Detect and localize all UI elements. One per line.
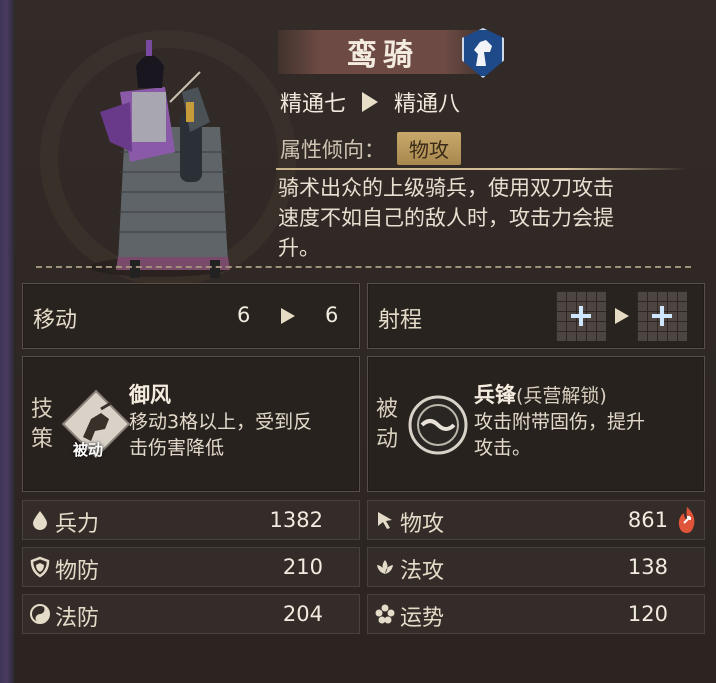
description-line: 骑术出众的上级骑兵，使用双刀攻击 (278, 176, 614, 200)
passive-unlock-note: (兵营解锁) (516, 385, 607, 407)
stat-mag-def: 法防 204 (22, 594, 360, 634)
range-grid-icon (556, 291, 606, 341)
passive-title: 兵锋(兵营解锁) (474, 379, 607, 409)
range-box: 射程 (367, 283, 705, 349)
passive-name: 兵锋 (474, 383, 516, 407)
mastery-progression: 精通七 精通八 (280, 86, 460, 118)
stat-label: 法防 (55, 606, 100, 631)
stat-value: 861 (627, 508, 668, 532)
movement-box: 移动 6 6 (22, 283, 360, 349)
range-grid-icon (637, 291, 687, 341)
description-line: 速度不如自己的敌人时，攻击力会提 (278, 206, 614, 230)
lotus-icon (377, 560, 393, 574)
left-edge-strip (0, 0, 14, 683)
arrow-right-icon (362, 92, 379, 112)
stat-value: 210 (282, 555, 323, 579)
movement-next: 6 (325, 303, 339, 327)
stat-phys-def: 物防 210 (22, 547, 360, 587)
mastery-next: 精通八 (394, 92, 461, 117)
passive-side-label: 被动 (375, 397, 398, 452)
stat-value: 1382 (269, 508, 323, 532)
tactic-skill-icon: 被动 (61, 389, 131, 459)
movement-label: 移动 (33, 308, 78, 333)
water-drop-icon (33, 511, 47, 530)
stat-label: 物防 (55, 559, 100, 584)
passive-box[interactable]: 被动 兵锋(兵营解锁) 攻击附带固伤，提升 攻击。 (367, 356, 705, 492)
stat-value: 120 (627, 602, 668, 626)
boost-flame-icon (678, 507, 695, 533)
range-label: 射程 (378, 308, 423, 333)
cursor-arrow-icon (378, 512, 392, 529)
divider (276, 168, 688, 170)
arrow-right-icon (615, 308, 629, 324)
stat-label: 物攻 (400, 512, 445, 537)
stat-mag-atk: 法攻 138 (367, 547, 705, 587)
tactic-name: 御风 (129, 383, 171, 407)
attribute-label: 属性倾向： (280, 137, 385, 162)
description-line: 升。 (278, 236, 320, 260)
stat-value: 204 (282, 602, 323, 626)
attribute-tendency: 属性倾向： 物攻 (280, 132, 461, 165)
tactic-description: 移动3格以上，受到反 击伤害降低 (129, 411, 313, 459)
unit-description: 骑术出众的上级骑兵，使用双刀攻击 速度不如自己的敌人时，攻击力会提 升。 (278, 173, 698, 263)
mastery-current: 精通七 (280, 92, 347, 117)
dashed-separator (36, 266, 691, 268)
yin-yang-icon (30, 604, 50, 624)
shield-icon (30, 556, 50, 578)
stat-troops: 兵力 1382 (22, 500, 360, 540)
passive-description: 攻击附带固伤，提升 攻击。 (474, 411, 646, 459)
movement-current: 6 (237, 303, 251, 327)
stat-luck: 运势 120 (367, 594, 705, 634)
stat-phys-atk: 物攻 861 (367, 500, 705, 540)
passive-skill-icon (408, 395, 468, 455)
attribute-badge: 物攻 (397, 132, 461, 165)
tactic-side-label: 技策 (30, 397, 53, 452)
unit-name-banner: 鸾骑 (278, 30, 488, 74)
stat-label: 运势 (400, 606, 445, 631)
arrow-right-icon (281, 308, 295, 324)
stat-label: 兵力 (55, 512, 100, 537)
tactic-box[interactable]: 技策 被动 御风 移动3格以上，受到反 击伤害降低 (22, 356, 360, 492)
unit-name: 鸾骑 (347, 38, 419, 73)
tactic-passive-badge: 被动 (73, 441, 104, 459)
unit-portrait (90, 40, 230, 278)
stat-label: 法攻 (400, 559, 445, 584)
flower-icon (375, 604, 395, 624)
stat-value: 138 (627, 555, 668, 579)
